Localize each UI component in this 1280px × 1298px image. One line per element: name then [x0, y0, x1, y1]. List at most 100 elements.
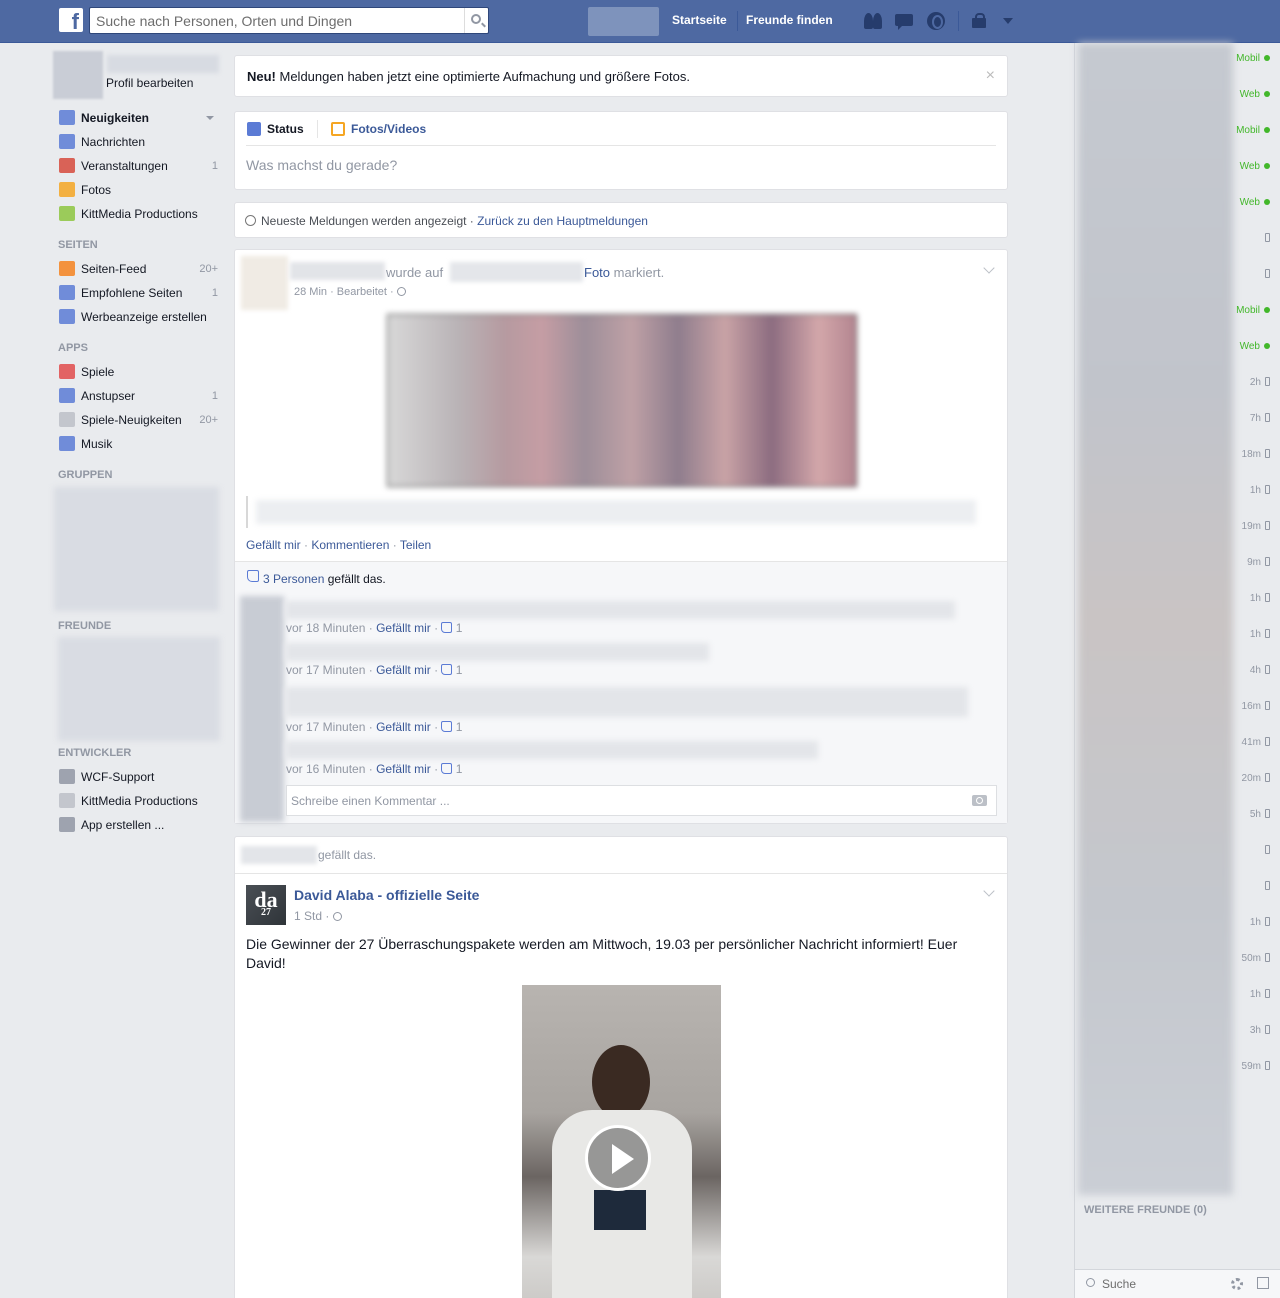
- chat-friend-status[interactable]: [1261, 233, 1270, 244]
- friends-list[interactable]: [58, 637, 220, 741]
- privacy-lock-icon[interactable]: [970, 11, 992, 31]
- search-button[interactable]: [464, 8, 488, 33]
- profile-avatar[interactable]: [53, 51, 103, 99]
- story-page-name[interactable]: [450, 262, 583, 282]
- nav-item-dev-2[interactable]: App erstellen ...: [58, 815, 218, 835]
- chat-friend-status[interactable]: Mobil: [1236, 53, 1270, 64]
- page-name-link[interactable]: David Alaba - offizielle Seite: [294, 887, 479, 903]
- chevron-down-icon[interactable]: [206, 116, 214, 120]
- nav-item-apps-3[interactable]: Musik: [58, 434, 218, 454]
- gear-icon[interactable]: [1231, 1278, 1243, 1290]
- chat-friend-status[interactable]: 19m: [1242, 521, 1270, 532]
- commenter-avatar[interactable]: [240, 596, 284, 822]
- comment-like-link[interactable]: Gefällt mir: [376, 720, 431, 734]
- chat-friend-status[interactable]: 2h: [1250, 377, 1270, 388]
- likers-link[interactable]: 3 Personen: [263, 572, 324, 586]
- chat-friend-status[interactable]: 5h: [1250, 809, 1270, 820]
- chat-friend-status[interactable]: 1h: [1250, 629, 1270, 640]
- story-author-avatar[interactable]: [241, 256, 288, 310]
- chat-friend-status[interactable]: 3h: [1250, 1025, 1270, 1036]
- chat-friend-status[interactable]: Web: [1240, 197, 1270, 208]
- chat-friend-status[interactable]: 1h: [1250, 593, 1270, 604]
- close-icon[interactable]: ×: [986, 67, 995, 85]
- nav-item-pages-0[interactable]: Seiten-Feed 20+: [58, 259, 218, 279]
- nav-item-label: Nachrichten: [81, 135, 146, 149]
- facebook-logo[interactable]: f: [59, 8, 83, 32]
- chat-friend-status[interactable]: 1h: [1250, 485, 1270, 496]
- mobile-phone-icon: [1265, 953, 1270, 962]
- photo-link[interactable]: Foto: [584, 265, 610, 280]
- search-input[interactable]: [90, 8, 455, 33]
- story-options-chevron-icon[interactable]: [983, 262, 995, 274]
- chat-friend-status[interactable]: 50m: [1242, 953, 1270, 964]
- chat-friend-status[interactable]: 20m: [1242, 773, 1270, 784]
- liker-name[interactable]: [241, 846, 317, 864]
- video-player[interactable]: [522, 985, 721, 1298]
- nav-item-pages-2[interactable]: Werbeanzeige erstellen: [58, 307, 218, 327]
- chat-friend-status[interactable]: Mobil: [1236, 305, 1270, 316]
- play-icon[interactable]: [585, 1125, 651, 1191]
- chat-friend-status[interactable]: [1261, 881, 1270, 892]
- chat-friend-status[interactable]: 9m: [1247, 557, 1270, 568]
- messages-icon[interactable]: [894, 11, 916, 31]
- section-title-friends[interactable]: FREUNDE: [58, 620, 111, 632]
- status-input[interactable]: Was machst du gerade?: [246, 157, 397, 173]
- notifications-globe-icon[interactable]: [926, 11, 948, 31]
- story-options-chevron-icon[interactable]: [983, 885, 995, 897]
- chat-friend-status[interactable]: 4h: [1250, 665, 1270, 676]
- chat-friend-status[interactable]: [1261, 845, 1270, 856]
- chat-friend-status[interactable]: Web: [1240, 341, 1270, 352]
- chat-friend-status[interactable]: [1261, 269, 1270, 280]
- comment-like-link[interactable]: Gefällt mir: [376, 762, 431, 776]
- top-stories-link[interactable]: Zurück zu den Hauptmeldungen: [477, 214, 648, 228]
- camera-icon[interactable]: [972, 795, 987, 806]
- section-title-apps[interactable]: APPS: [58, 342, 88, 354]
- section-title-developer[interactable]: ENTWICKLER: [58, 747, 131, 759]
- nav-item-main-2[interactable]: Veranstaltungen 1: [58, 156, 218, 176]
- chat-friend-status[interactable]: 7h: [1250, 413, 1270, 424]
- settings-caret-icon[interactable]: [1003, 18, 1013, 24]
- nav-item-main-4[interactable]: KittMedia Productions: [58, 204, 218, 224]
- profile-link[interactable]: [588, 7, 659, 36]
- chat-friend-status[interactable]: 16m: [1242, 701, 1270, 712]
- section-title-groups[interactable]: GRUPPEN: [58, 469, 112, 481]
- chat-friend-status[interactable]: 41m: [1242, 737, 1270, 748]
- edit-profile-link[interactable]: Profil bearbeiten: [106, 76, 193, 90]
- nav-item-main-1[interactable]: Nachrichten: [58, 132, 218, 152]
- nav-item-apps-0[interactable]: Spiele: [58, 362, 218, 382]
- profile-name[interactable]: [107, 55, 219, 73]
- thumbs-up-icon: [441, 763, 453, 774]
- nav-item-pages-1[interactable]: Empfohlene Seiten 1: [58, 283, 218, 303]
- nav-item-main-0[interactable]: Neuigkeiten: [58, 108, 218, 128]
- comment-like-link[interactable]: Gefällt mir: [376, 663, 431, 677]
- nav-item-apps-2[interactable]: Spiele-Neuigkeiten 20+: [58, 410, 218, 430]
- story-photo[interactable]: [387, 314, 857, 487]
- nav-item-dev-1[interactable]: KittMedia Productions: [58, 791, 218, 811]
- chat-friend-status[interactable]: 59m: [1242, 1061, 1270, 1072]
- chat-friend-status[interactable]: 18m: [1242, 449, 1270, 460]
- nav-find-friends-link[interactable]: Freunde finden: [746, 13, 833, 27]
- nav-item-main-3[interactable]: Fotos: [58, 180, 218, 200]
- like-link[interactable]: Gefällt mir: [246, 538, 301, 552]
- section-title-pages[interactable]: SEITEN: [58, 239, 98, 251]
- chat-friend-status[interactable]: 1h: [1250, 989, 1270, 1000]
- groups-list[interactable]: [54, 487, 219, 611]
- nav-home-link[interactable]: Startseite: [672, 13, 727, 27]
- chat-friend-status[interactable]: 1h: [1250, 917, 1270, 928]
- friend-requests-icon[interactable]: [862, 11, 884, 31]
- page-avatar[interactable]: da 27: [246, 885, 286, 925]
- compose-icon[interactable]: [1257, 1277, 1269, 1289]
- nav-item-dev-0[interactable]: WCF-Support: [58, 767, 218, 787]
- chat-friend-status[interactable]: Mobil: [1236, 125, 1270, 136]
- chat-friend-list[interactable]: [1078, 43, 1233, 1195]
- share-link[interactable]: Teilen: [400, 538, 431, 552]
- comment-like-link[interactable]: Gefällt mir: [376, 621, 431, 635]
- chat-friend-status[interactable]: Web: [1240, 161, 1270, 172]
- nav-item-apps-1[interactable]: Anstupser 1: [58, 386, 218, 406]
- comment-link[interactable]: Kommentieren: [311, 538, 389, 552]
- comment-input[interactable]: [287, 786, 937, 815]
- chat-friend-status[interactable]: Web: [1240, 89, 1270, 100]
- more-friends-label[interactable]: WEITERE FREUNDE (0): [1084, 1204, 1207, 1216]
- story-author-name[interactable]: [290, 262, 385, 280]
- chat-search-input[interactable]: [1102, 1275, 1222, 1293]
